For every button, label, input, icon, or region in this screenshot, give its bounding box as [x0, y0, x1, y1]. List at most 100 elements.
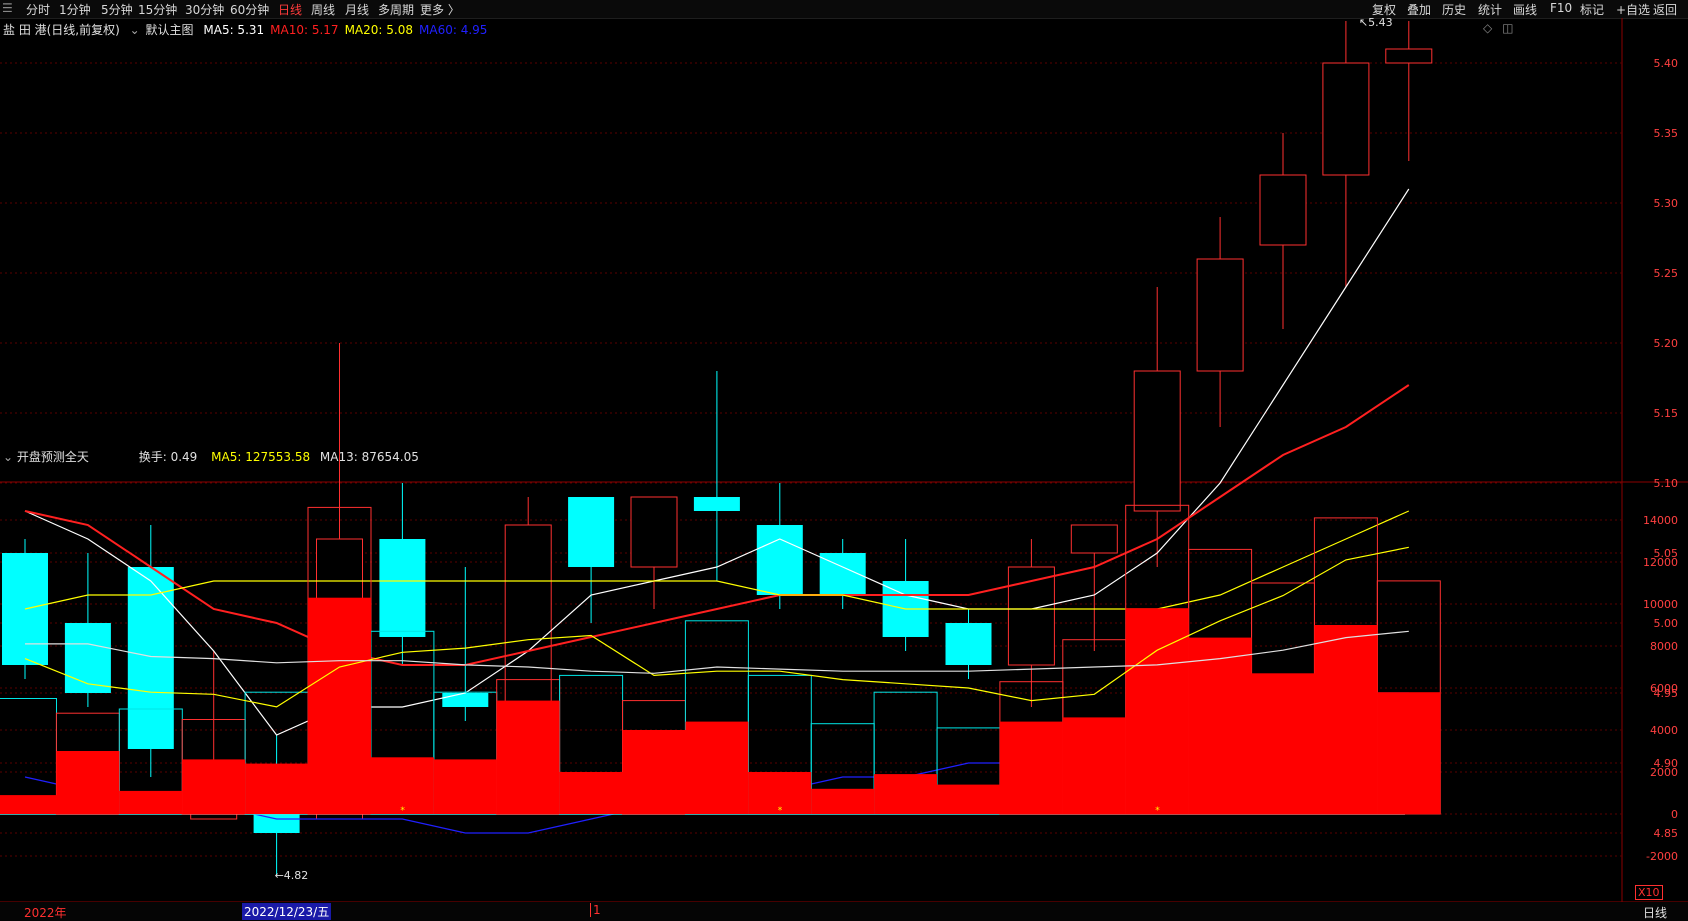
ma-label-2: MA20: 5.08: [344, 23, 413, 37]
period-tab-3[interactable]: 15分钟: [138, 1, 177, 18]
volume-toggle-icon[interactable]: ⌄: [3, 450, 13, 464]
candle-body: [882, 581, 929, 637]
year-label: 2022年: [24, 906, 67, 920]
candle-body: [1007, 566, 1055, 666]
period-tab-8[interactable]: 月线: [345, 1, 369, 18]
menu-icon[interactable]: ☰: [2, 1, 13, 15]
candle-body: [819, 553, 866, 595]
tool-button-6[interactable]: 标记: [1580, 1, 1604, 18]
ma-label-1: MA10: 5.17: [270, 23, 339, 37]
volume-full-day-bar: [1376, 580, 1441, 815]
time-axis: 2022年 2022/12/23/五 1 日线: [0, 902, 1688, 921]
price-tick-label: 5.20: [1654, 337, 1679, 350]
candle-body: [253, 791, 300, 833]
volume-full-day-bar: [307, 506, 372, 815]
candle-body: [64, 623, 111, 693]
period-tab-1[interactable]: 1分钟: [59, 1, 91, 18]
volume-full-day-bar: [559, 674, 624, 815]
volume-indicator-label[interactable]: 开盘预测全天: [17, 450, 89, 464]
panel-icon[interactable]: ◫: [1502, 21, 1513, 35]
volume-star-marker: *: [400, 806, 405, 816]
volume-open-bar: [245, 763, 309, 814]
candle-body: [945, 623, 992, 665]
volume-full-day-bar: [496, 679, 561, 815]
volume-full-day-bar: [1313, 517, 1378, 815]
volume-open-bar: [1377, 692, 1441, 814]
volume-open-bar: [937, 784, 1000, 814]
volume-open-bar: [1188, 637, 1252, 814]
volume-open-bar: [433, 759, 497, 814]
volume-full-day-bar: [936, 727, 1001, 815]
volume-ma13-label: MA13: 87654.05: [319, 450, 419, 464]
volume-tick-label: 10000: [1643, 598, 1678, 611]
volume-open-bar: [308, 597, 371, 814]
period-tab-6[interactable]: 日线: [278, 1, 302, 18]
period-indicator[interactable]: 日线: [1643, 904, 1667, 921]
candle-body: [442, 693, 489, 707]
candle-body: [568, 497, 615, 567]
volume-tick-label: 0: [1671, 808, 1678, 821]
period-tab-0[interactable]: 分时: [26, 1, 50, 18]
price-tick-label: 5.30: [1654, 197, 1679, 210]
period-tab-4[interactable]: 30分钟: [185, 1, 224, 18]
volume-open-bar: [685, 721, 749, 814]
price-tick-label: 4.95: [1654, 687, 1679, 700]
turnover-label: 换手: 0.49: [138, 450, 198, 464]
tool-button-2[interactable]: 历史: [1442, 1, 1466, 18]
candle-body: [2, 553, 48, 665]
indicator-toggle-icon[interactable]: ⌄: [130, 23, 140, 37]
ma-line-ma20: [24, 510, 1410, 610]
volume-open-bar: [1251, 673, 1315, 814]
volume-full-day-bar: [0, 698, 57, 815]
volume-open-bar: [999, 721, 1063, 814]
tool-button-0[interactable]: 复权: [1372, 1, 1396, 18]
volume-full-day-bar: [873, 691, 938, 815]
period-tab-2[interactable]: 5分钟: [101, 1, 133, 18]
chart-corner-icons: ◇ ◫: [1483, 21, 1513, 35]
volume-tick-label: 12000: [1643, 556, 1678, 569]
ma-legend: MA5: 5.31 MA10: 5.17 MA20: 5.08 MA60: 4.95: [197, 23, 487, 37]
volume-ma5-label: MA5: 127553.58: [211, 450, 311, 464]
main-indicator-label[interactable]: 默认主图: [146, 23, 194, 37]
candle-body: [316, 538, 363, 820]
volume-open-bar: [496, 700, 560, 814]
diamond-icon[interactable]: ◇: [1483, 21, 1492, 35]
candle-body: [1196, 258, 1244, 372]
volume-full-day-bar: [1188, 548, 1253, 815]
volume-open-bar: [1314, 625, 1378, 814]
ma-label-0: MA5: 5.31: [203, 23, 265, 37]
period-tab-7[interactable]: 周线: [311, 1, 335, 18]
tool-button-1[interactable]: 叠加: [1407, 1, 1431, 18]
volume-tick-label: 8000: [1650, 640, 1678, 653]
tool-button-7[interactable]: +自选: [1616, 1, 1650, 18]
candle-body: [1070, 524, 1118, 554]
volume-full-day-bar: [1251, 582, 1315, 815]
period-toolbar: ☰ 分时 1分钟 5分钟 15分钟 30分钟 60分钟 日线 周线 月线 多周期 更多 〉 复权 叠加…: [0, 0, 1688, 19]
tool-button-3[interactable]: 统计: [1478, 1, 1502, 18]
volume-full-day-bar: [1125, 504, 1190, 815]
period-tab-5[interactable]: 60分钟: [230, 1, 269, 18]
volume-full-day-bar: [622, 700, 686, 815]
period-tab-10[interactable]: 更多 〉: [420, 1, 460, 18]
volume-ma-line-ma13: [25, 630, 1409, 674]
volume-full-day-bar: [810, 723, 875, 815]
tool-button-8[interactable]: 返回: [1653, 1, 1677, 18]
volume-open-bar: [56, 751, 120, 814]
volume-open-bar: [1125, 608, 1189, 814]
candle-body: [1133, 370, 1181, 512]
stock-name: 盐 田 港(日线,前复权): [3, 23, 120, 37]
volume-ma-line-ma5: [24, 546, 1409, 708]
candle-body: [379, 539, 426, 637]
price-tick-label: 4.85: [1654, 827, 1679, 840]
ma-line-ma10: [24, 384, 1410, 666]
tool-button-5[interactable]: F10: [1550, 1, 1572, 15]
volume-star-marker: *: [1155, 806, 1160, 816]
period-tab-9[interactable]: 多周期: [378, 1, 414, 18]
volume-open-bar: [370, 757, 434, 814]
volume-full-day-bar: [181, 719, 246, 815]
tool-button-4[interactable]: 画线: [1513, 1, 1537, 18]
volume-tick-label: -2000: [1646, 850, 1678, 863]
volume-tick-label: 4000: [1650, 724, 1678, 737]
candle-body: [504, 524, 552, 708]
low-price-annotation: ←4.82: [275, 869, 309, 882]
